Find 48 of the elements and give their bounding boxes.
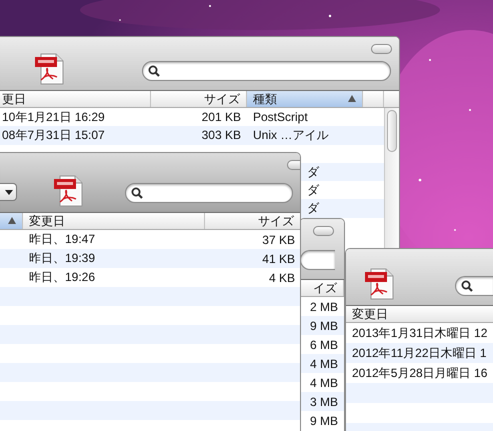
column-header[interactable]: 種類 <box>247 91 363 107</box>
table-cell: 10年1月21日 16:29 <box>2 108 105 126</box>
scrollbar[interactable] <box>384 108 399 248</box>
sort-arrow-icon <box>8 217 16 224</box>
search-icon <box>461 280 473 292</box>
table-cell: 4 MB <box>310 356 338 370</box>
table-cell: 昨日、19:47 <box>29 231 96 248</box>
table-cell: 37 KB <box>262 232 295 246</box>
table-cell: 3 MB <box>310 394 338 408</box>
table-cell: 2012年11月22日木曜日 1 <box>352 344 487 362</box>
table-cell: 2012年5月28日月曜日 16 <box>352 364 488 382</box>
pdf-file-icon[interactable] <box>54 174 84 207</box>
search-field[interactable] <box>125 183 293 203</box>
search-icon <box>148 65 160 77</box>
table-cell: 2 MB <box>310 300 338 314</box>
table-cell: 4 MB <box>310 376 338 390</box>
table-cell: 303 KB <box>202 128 241 142</box>
table-cell: 4 KB <box>268 270 295 284</box>
scroll-thumb[interactable] <box>387 110 397 152</box>
search-field[interactable] <box>455 276 493 296</box>
column-header[interactable] <box>0 213 23 229</box>
toolbar-toggle-button[interactable] <box>313 226 334 236</box>
table-cell: PostScript <box>253 110 308 124</box>
column-header[interactable]: 変更日 <box>346 306 493 322</box>
pdf-file-icon[interactable] <box>365 267 395 300</box>
column-header[interactable]: 変更日 <box>23 213 205 229</box>
table-cell: 2013年1月31日木曜日 12 <box>352 324 488 342</box>
column-header[interactable]: 更日 <box>0 91 151 107</box>
search-field[interactable] <box>142 61 391 81</box>
pdf-file-icon[interactable] <box>35 52 65 85</box>
toolbar-toggle-button[interactable] <box>371 44 392 54</box>
column-header[interactable]: イズ <box>300 280 344 296</box>
table-cell: 昨日、19:39 <box>29 250 96 267</box>
table-cell: 昨日、19:26 <box>29 269 96 286</box>
table-cell: 6 MB <box>310 338 338 352</box>
table-cell: 9 MB <box>310 414 338 428</box>
table-cell: 41 KB <box>262 252 295 266</box>
table-cell: ダ <box>307 164 319 181</box>
search-icon <box>131 187 143 199</box>
table-cell: Unix …アイル <box>253 126 328 144</box>
table-cell: 08年7月31日 15:07 <box>2 126 105 144</box>
table-cell: ダ <box>307 200 319 218</box>
sort-arrow-icon <box>348 95 356 102</box>
search-field[interactable] <box>300 250 335 270</box>
caret-icon <box>5 190 13 194</box>
table-cell: 201 KB <box>202 110 241 124</box>
table-cell: 9 MB <box>310 318 338 332</box>
table-cell: ダ <box>307 182 319 199</box>
